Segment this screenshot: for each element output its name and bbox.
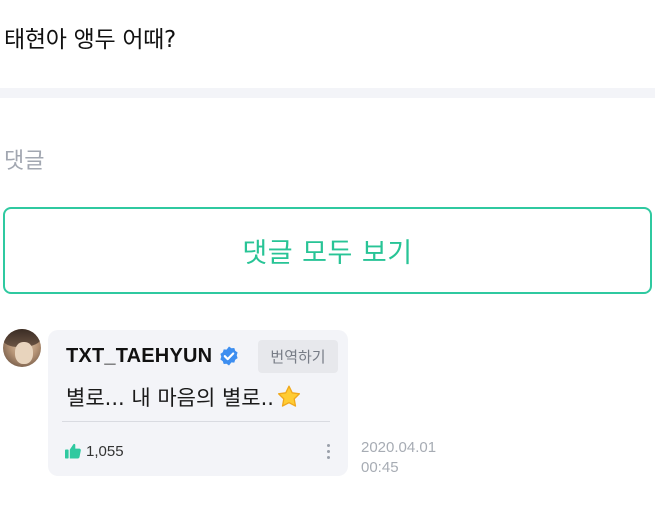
avatar[interactable] [3,329,41,367]
comment-text: 별로... 내 마음의 별로.. [66,386,274,410]
comments-section-title: 댓글 [4,149,45,174]
thumbs-up-icon [64,442,82,460]
comment-author-row: TXT_TAEHYUN [66,344,240,368]
comment-date: 2020.04.01 [361,439,437,456]
comment-footer-divider [62,421,330,422]
verified-badge-icon [218,345,240,367]
post-question: 태현아 앵두 어때? [4,27,176,53]
translate-button[interactable]: 번역하기 [258,340,338,373]
comment-text-row: 별로... 내 마음의 별로.. [66,382,302,412]
comment-time: 00:45 [361,459,399,476]
more-dot-icon [326,449,330,453]
comment-author-name[interactable]: TXT_TAEHYUN [66,345,212,368]
more-dot-icon [326,443,330,447]
like-button[interactable]: 1,055 [64,440,124,462]
view-all-comments-button[interactable]: 댓글 모두 보기 [3,207,652,294]
section-divider [0,88,655,98]
like-count: 1,055 [86,442,124,460]
star-icon [276,384,302,410]
more-dot-icon [326,455,330,459]
comment-timestamp: 2020.04.01 00:45 [361,438,436,478]
more-options-button[interactable] [320,440,336,462]
avatar-face [15,342,33,364]
comment-bubble: TXT_TAEHYUN 번역하기 별로... 내 마음의 별로.. 1,055 [48,330,348,476]
